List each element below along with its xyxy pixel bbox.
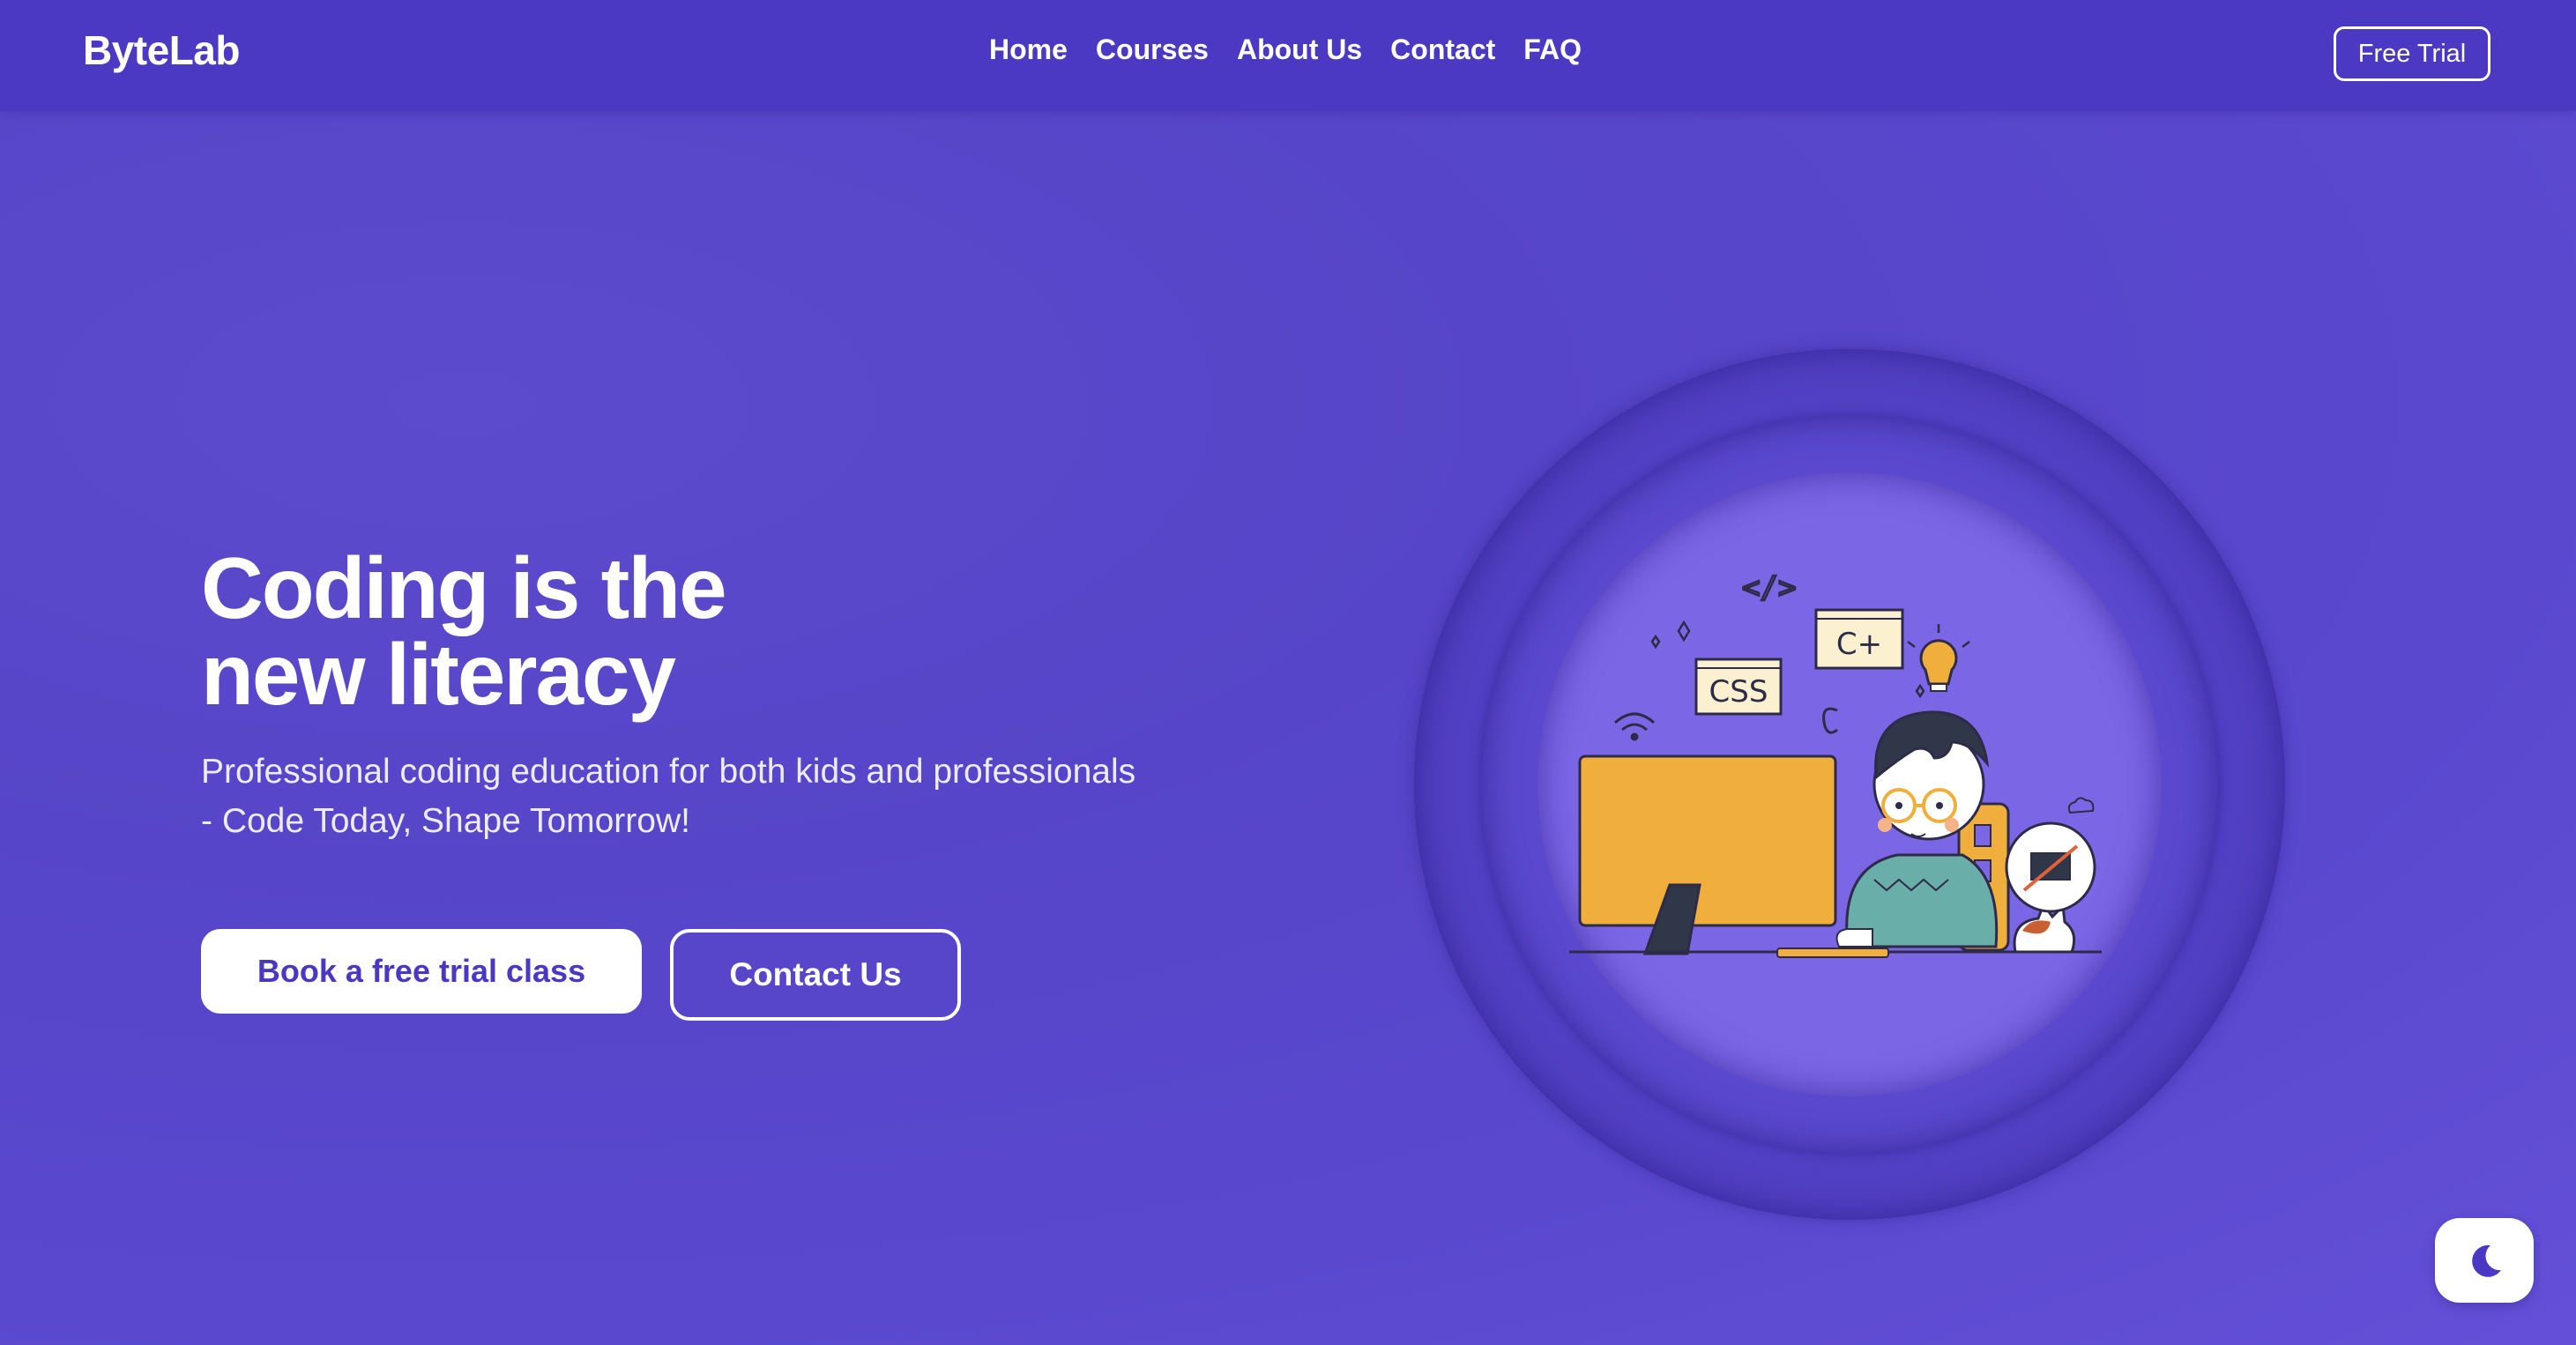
cplus-tag-label: C+: [1836, 627, 1882, 662]
hero-title-line2: new literacy: [201, 626, 676, 723]
nav-link-home[interactable]: Home: [989, 33, 1068, 66]
nav-link-faq[interactable]: FAQ: [1523, 33, 1582, 66]
free-trial-button[interactable]: Free Trial: [2334, 26, 2490, 81]
hero-illustration: </> CSS C+: [1569, 569, 2102, 958]
hero-title-line1: Coding is the: [201, 539, 727, 636]
illustration-code-tag: </>: [1742, 570, 1796, 606]
main-menu: Home Courses About Us Contact FAQ: [989, 33, 1610, 66]
moon-icon: [2472, 1245, 2501, 1277]
hero-title: Coding is the new literacy: [201, 545, 994, 717]
css-tag-card: CSS: [1694, 658, 1783, 716]
squiggle-decoration: [1822, 707, 1838, 734]
no-screen-thought-bubble: [2005, 821, 2096, 913]
wifi-icon: [1613, 712, 1656, 741]
top-navbar: ByteLab Home Courses About Us Contact FA…: [0, 0, 2576, 111]
hero-subtitle-line2: - Code Today, Shape Tomorrow!: [201, 802, 690, 840]
nav-link-courses[interactable]: Courses: [1096, 33, 1209, 66]
hero-subtitle: Professional coding education for both k…: [201, 747, 1294, 846]
computer-monitor: [1578, 754, 1837, 955]
cplus-tag-card: C+: [1814, 608, 1904, 670]
cloud-icon: [2067, 797, 2095, 814]
hero-subtitle-line1: Professional coding education for both k…: [201, 753, 1136, 791]
book-free-trial-button[interactable]: Book a free trial class: [201, 929, 642, 1014]
brand-logo[interactable]: ByteLab: [83, 26, 240, 74]
dark-mode-toggle[interactable]: [2435, 1218, 2534, 1303]
contact-us-button[interactable]: Contact Us: [670, 929, 961, 1021]
lightbulb-icon: [1907, 624, 1970, 692]
css-tag-label: CSS: [1709, 674, 1768, 710]
nav-link-about-us[interactable]: About Us: [1237, 33, 1362, 66]
nav-link-contact[interactable]: Contact: [1390, 33, 1495, 66]
keyboard: [1776, 947, 1889, 958]
